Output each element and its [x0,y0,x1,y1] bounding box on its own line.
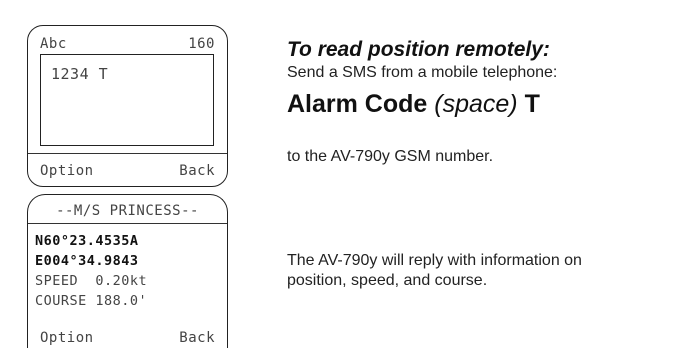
character-counter: 160 [188,36,215,52]
sms-code-format: Alarm Code (space) T [287,90,540,119]
back-softkey[interactable]: Back [179,330,215,346]
header-divider [28,223,227,224]
course-readout: COURSE 188.0' [35,293,148,309]
code-suffix: T [517,90,540,118]
vessel-name: --M/S PRINCESS-- [56,203,199,219]
speed-readout: SPEED 0.20kt [35,273,148,289]
sms-compose-screen: Abc 160 1234 T Option Back [27,25,228,187]
instruction-reply-info: The AV-790y will reply with information … [287,251,683,291]
position-reply-screen: --M/S PRINCESS-- N60°23.4535A E004°34.98… [27,194,228,348]
back-softkey[interactable]: Back [179,163,215,179]
instruction-line-destination: to the AV-790y GSM number. [287,148,494,165]
latitude-readout: N60°23.4535A [35,233,139,249]
option-softkey[interactable]: Option [40,330,94,346]
instruction-heading: To read position remotely: [287,38,550,61]
code-prefix: Alarm Code [287,90,435,118]
option-softkey[interactable]: Option [40,163,94,179]
message-textbox[interactable]: 1234 T [40,54,214,146]
reply-info-line-1: The AV-790y will reply with information … [287,252,582,269]
longitude-readout: E004°34.9843 [35,253,139,269]
instruction-line-send: Send a SMS from a mobile telephone: [287,64,558,81]
reply-info-line-2: position, speed, and course. [287,272,488,289]
code-space-hint: (space) [434,90,518,118]
compose-title: Abc [40,36,67,52]
message-text: 1234 T [51,65,109,83]
softkey-divider [28,153,227,154]
